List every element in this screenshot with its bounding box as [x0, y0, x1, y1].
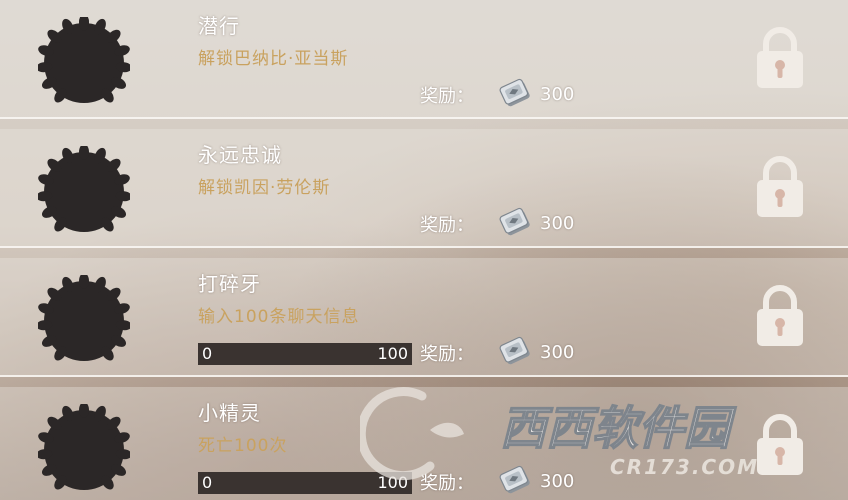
reward-label: 奖励：	[420, 215, 474, 236]
achievement-title: 小精灵	[198, 401, 261, 425]
reward-value: 300	[540, 84, 575, 105]
reward-value: 300	[540, 342, 575, 363]
achievement-row[interactable]: 永远忠诚 解锁凯因·劳伦斯 奖励： 300	[0, 129, 848, 248]
reward-value: 300	[540, 213, 575, 234]
achievement-title: 永远忠诚	[198, 143, 282, 167]
progress-bar: 0 100	[198, 343, 412, 365]
achievement-row[interactable]: 打碎牙 输入100条聊天信息 0 100 奖励： 300	[0, 258, 848, 377]
coin-stack-icon	[499, 336, 530, 365]
achievement-description: 输入100条聊天信息	[198, 307, 360, 327]
achievement-title: 打碎牙	[198, 272, 261, 296]
reward-label: 奖励：	[420, 86, 474, 107]
achievement-description: 解锁凯因·劳伦斯	[198, 178, 331, 198]
progress-current: 0	[202, 473, 213, 492]
progress-current: 0	[202, 344, 213, 363]
coin-stack-icon	[499, 78, 530, 107]
achievement-description: 死亡100次	[198, 436, 288, 456]
achievement-badge-icon	[38, 404, 130, 490]
watermark-sub-text: CR173.COM	[610, 455, 759, 479]
achievement-badge-icon	[38, 146, 130, 232]
reward-label: 奖励：	[420, 344, 474, 365]
achievement-badge-icon	[38, 275, 130, 361]
lock-icon	[757, 285, 803, 346]
achievement-badge-icon	[38, 17, 130, 103]
achievement-title: 潜行	[198, 14, 240, 38]
lock-icon	[757, 156, 803, 217]
watermark-logo: 西西软件园 CR173.COM	[360, 387, 759, 481]
achievement-description: 解锁巴纳比·亚当斯	[198, 49, 349, 69]
watermark-main-text: 西西软件园	[500, 401, 737, 455]
achievement-row[interactable]: 潜行 解锁巴纳比·亚当斯 奖励： 300	[0, 0, 848, 119]
progress-max: 100	[377, 344, 408, 363]
lock-icon	[757, 27, 803, 88]
coin-stack-icon	[499, 207, 530, 236]
